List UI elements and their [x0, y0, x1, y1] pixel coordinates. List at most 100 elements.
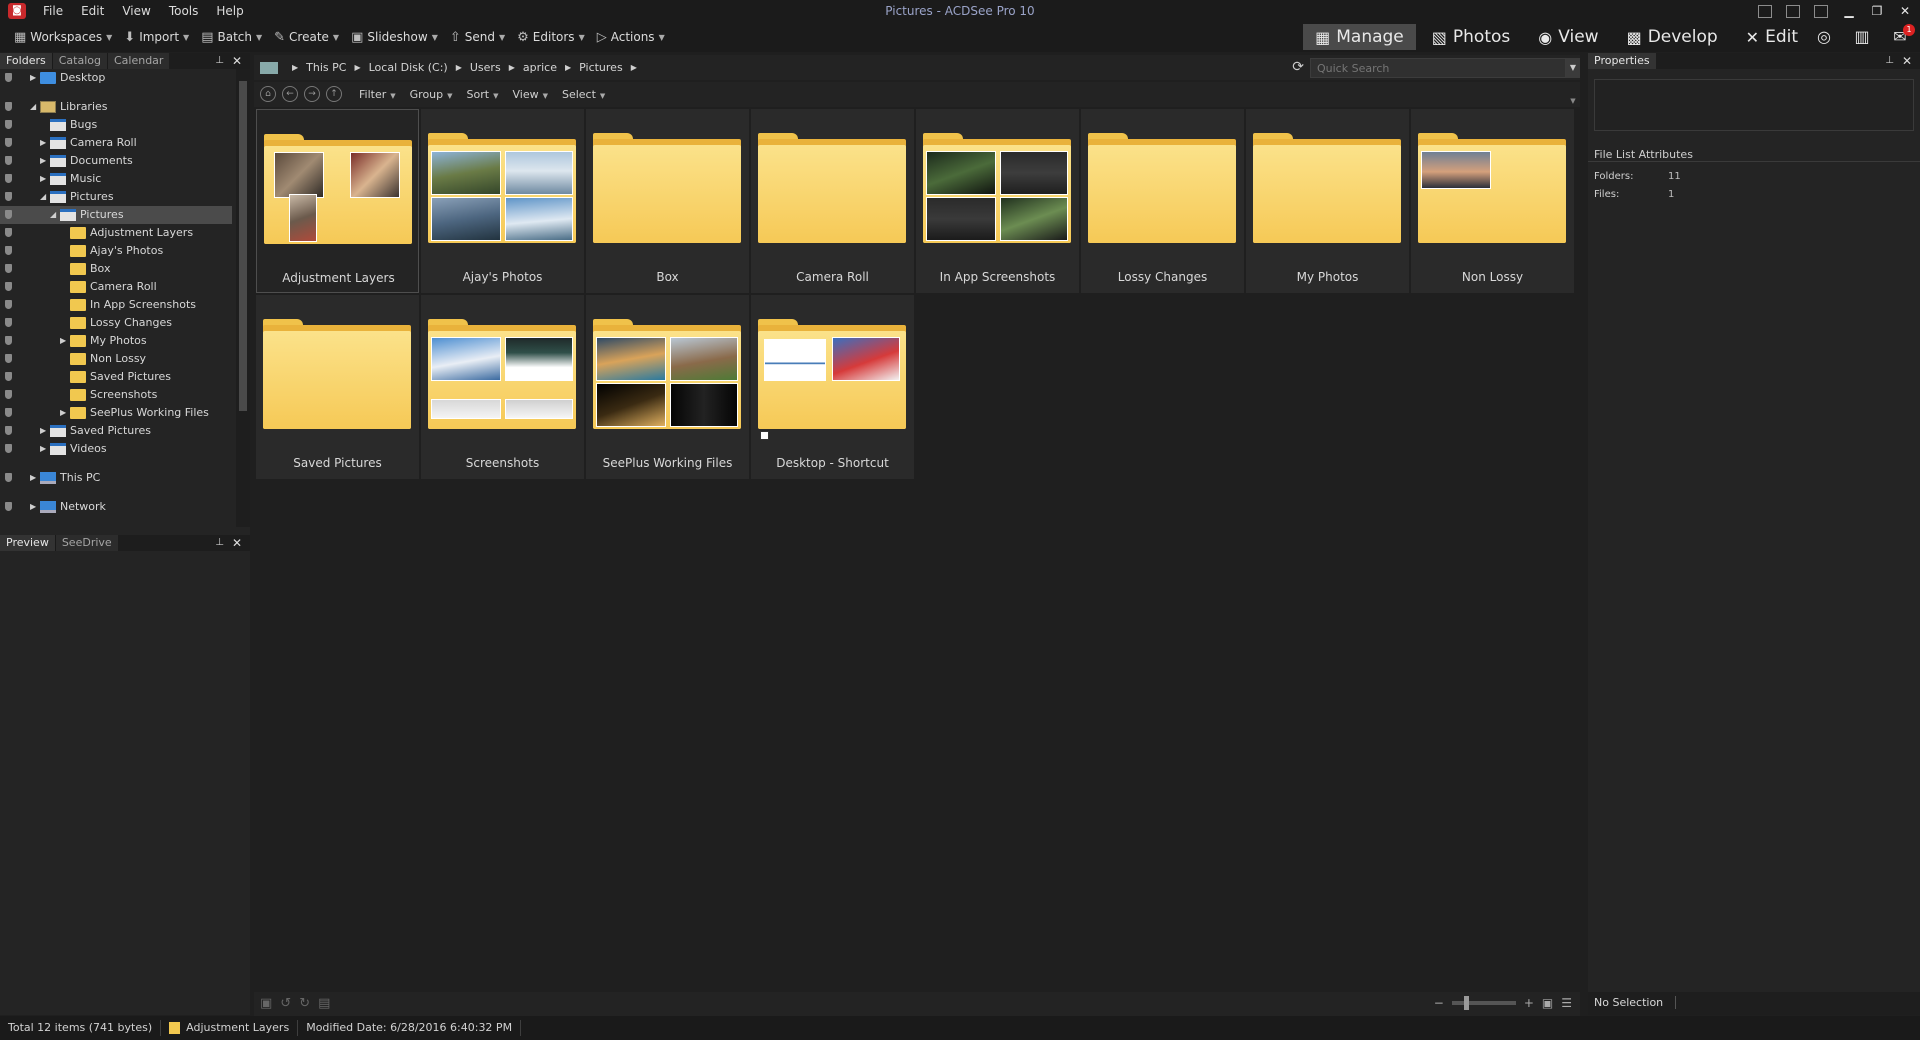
tree-item[interactable]: ▶ Network — [0, 498, 232, 516]
tree-item[interactable]: Bugs — [0, 116, 232, 134]
menu-view[interactable]: View — [113, 0, 159, 22]
acdsee-365-icon[interactable]: ◎ — [1812, 26, 1836, 48]
tab-seedrive[interactable]: SeeDrive — [54, 535, 118, 551]
menu-edit[interactable]: Edit — [72, 0, 113, 22]
folder-tile[interactable]: Box — [586, 109, 749, 293]
tool-import-menu[interactable]: ⬇ Import ▼ — [118, 22, 195, 52]
tree-item[interactable]: ▶ Music — [0, 170, 232, 188]
breadcrumb-item[interactable]: This PC — [302, 61, 350, 74]
tool-workspaces-menu[interactable]: ▦ Workspaces ▼ — [8, 22, 118, 52]
tree-item[interactable]: Camera Roll — [0, 278, 232, 296]
folder-tile[interactable]: Adjustment Layers — [256, 109, 419, 293]
tab-calendar[interactable]: Calendar — [106, 53, 170, 69]
refresh-icon[interactable]: ⟳ — [1292, 59, 1304, 75]
tree-scroll-thumb[interactable] — [239, 81, 247, 411]
zoom-slider-thumb[interactable] — [1463, 996, 1469, 1010]
forward-icon[interactable]: → — [304, 86, 320, 102]
breadcrumb-separator-icon[interactable]: ▶ — [452, 63, 466, 72]
thumbnail-view-icon[interactable]: ▣ — [1542, 996, 1553, 1010]
tree-item[interactable]: ▶ Saved Pictures — [0, 422, 232, 440]
close-panel-icon[interactable]: ✕ — [232, 535, 242, 551]
back-icon[interactable]: ← — [282, 86, 298, 102]
bottom-panel-layout-icon[interactable] — [1786, 4, 1800, 18]
expand-arrow-icon[interactable]: ▶ — [40, 170, 46, 188]
breadcrumb-item[interactable]: Pictures — [575, 61, 627, 74]
mode-manage-button[interactable]: ▦ Manage — [1303, 24, 1416, 50]
tool-actions-menu[interactable]: ▷ Actions ▼ — [591, 22, 671, 52]
select-menu[interactable]: Select ▼ — [555, 88, 612, 101]
breadcrumb-separator-icon[interactable]: ▶ — [505, 63, 519, 72]
tool-editors-menu[interactable]: ⚙ Editors ▼ — [511, 22, 591, 52]
up-icon[interactable]: ↑ — [326, 86, 342, 102]
folder-tile[interactable]: Non Lossy — [1411, 109, 1574, 293]
folder-tile[interactable]: Screenshots — [421, 295, 584, 479]
drive-icon[interactable] — [260, 61, 278, 74]
tree-item[interactable]: ◢ Pictures — [0, 188, 232, 206]
restore-icon[interactable]: ❐ — [1870, 4, 1884, 18]
filter-menu[interactable]: Filter ▼ — [352, 88, 403, 101]
folder-tile[interactable]: SeePlus Working Files — [586, 295, 749, 479]
expand-arrow-icon[interactable]: ▶ — [60, 404, 66, 422]
expand-arrow-icon[interactable]: ▶ — [60, 332, 66, 350]
menu-tools[interactable]: Tools — [160, 0, 208, 22]
tree-item[interactable]: ▶ Documents — [0, 152, 232, 170]
expand-arrow-icon[interactable]: ▶ — [40, 152, 46, 170]
collapse-arrow-icon[interactable]: ◢ — [50, 206, 56, 224]
breadcrumb-item[interactable]: Local Disk (C:) — [365, 61, 452, 74]
tab-folders[interactable]: Folders — [0, 53, 52, 69]
breadcrumb-item[interactable]: aprice — [519, 61, 561, 74]
expand-arrow-icon[interactable]: ▶ — [30, 469, 36, 487]
close-panel-icon[interactable]: ✕ — [1902, 53, 1912, 69]
zoom-out-icon[interactable]: − — [1434, 996, 1444, 1010]
compare-icon[interactable]: ▤ — [318, 996, 330, 1011]
breadcrumb-item[interactable]: Users — [466, 61, 505, 74]
right-panel-layout-icon[interactable] — [1814, 4, 1828, 18]
expand-arrow-icon[interactable]: ▶ — [40, 422, 46, 440]
scroll-down-icon[interactable]: ▼ — [1566, 82, 1580, 107]
sort-menu[interactable]: Sort ▼ — [460, 88, 506, 101]
search-dropdown-icon[interactable]: ▼ — [1566, 58, 1580, 78]
menu-help[interactable]: Help — [207, 0, 252, 22]
left-panel-layout-icon[interactable] — [1758, 4, 1772, 18]
tree-item[interactable]: ▶ Camera Roll — [0, 134, 232, 152]
tab-catalog[interactable]: Catalog — [51, 53, 107, 69]
collapse-arrow-icon[interactable]: ◢ — [40, 188, 46, 206]
mode-edit-button[interactable]: ✕ Edit — [1734, 24, 1810, 50]
mode-photos-button[interactable]: ▧ Photos — [1420, 24, 1522, 50]
tree-item[interactable]: Saved Pictures — [0, 368, 232, 386]
mode-develop-button[interactable]: ▩ Develop — [1615, 24, 1730, 50]
expand-arrow-icon[interactable]: ▶ — [40, 134, 46, 152]
notifications-icon[interactable]: ✉ 1 — [1888, 24, 1915, 48]
tree-scrollbar[interactable] — [236, 69, 250, 527]
expand-arrow-icon[interactable]: ▶ — [40, 440, 46, 458]
tab-preview[interactable]: Preview — [0, 535, 55, 551]
dashboard-icon[interactable]: ▥ — [1850, 26, 1874, 48]
minimize-icon[interactable]: ▁ — [1842, 4, 1856, 18]
close-panel-icon[interactable]: ✕ — [232, 53, 242, 69]
tree-item[interactable]: Non Lossy — [0, 350, 232, 368]
details-view-icon[interactable]: ☰ — [1561, 996, 1572, 1010]
tool-slideshow-menu[interactable]: ▣ Slideshow ▼ — [345, 22, 444, 52]
zoom-slider[interactable] — [1451, 996, 1516, 1010]
zoom-in-icon[interactable]: + — [1524, 996, 1534, 1010]
pin-icon[interactable]: ⊥ — [215, 535, 224, 551]
tree-item[interactable]: ▶ SeePlus Working Files — [0, 404, 232, 422]
tool-create-menu[interactable]: ✎ Create ▼ — [268, 22, 345, 52]
tree-item[interactable]: Adjustment Layers — [0, 224, 232, 242]
tree-item[interactable]: Lossy Changes — [0, 314, 232, 332]
folder-tile[interactable]: Saved Pictures — [256, 295, 419, 479]
folder-tile[interactable]: Desktop - Shortcut — [751, 295, 914, 479]
tree-item[interactable]: ▶ Desktop — [0, 69, 232, 87]
tree-item[interactable]: ◢ Pictures — [0, 206, 232, 224]
tree-item[interactable]: ▶ My Photos — [0, 332, 232, 350]
folder-tile[interactable]: My Photos — [1246, 109, 1409, 293]
breadcrumb-separator-icon[interactable]: ▶ — [350, 63, 364, 72]
folder-tile[interactable]: Lossy Changes — [1081, 109, 1244, 293]
tree-item[interactable]: ◢ Libraries — [0, 98, 232, 116]
tree-item[interactable]: In App Screenshots — [0, 296, 232, 314]
group-menu[interactable]: Group ▼ — [403, 88, 460, 101]
tree-item[interactable]: ▶ Videos — [0, 440, 232, 458]
rotate-left-icon[interactable]: ↺ — [280, 996, 291, 1011]
menu-file[interactable]: File — [34, 0, 72, 22]
collapse-arrow-icon[interactable]: ◢ — [30, 98, 36, 116]
